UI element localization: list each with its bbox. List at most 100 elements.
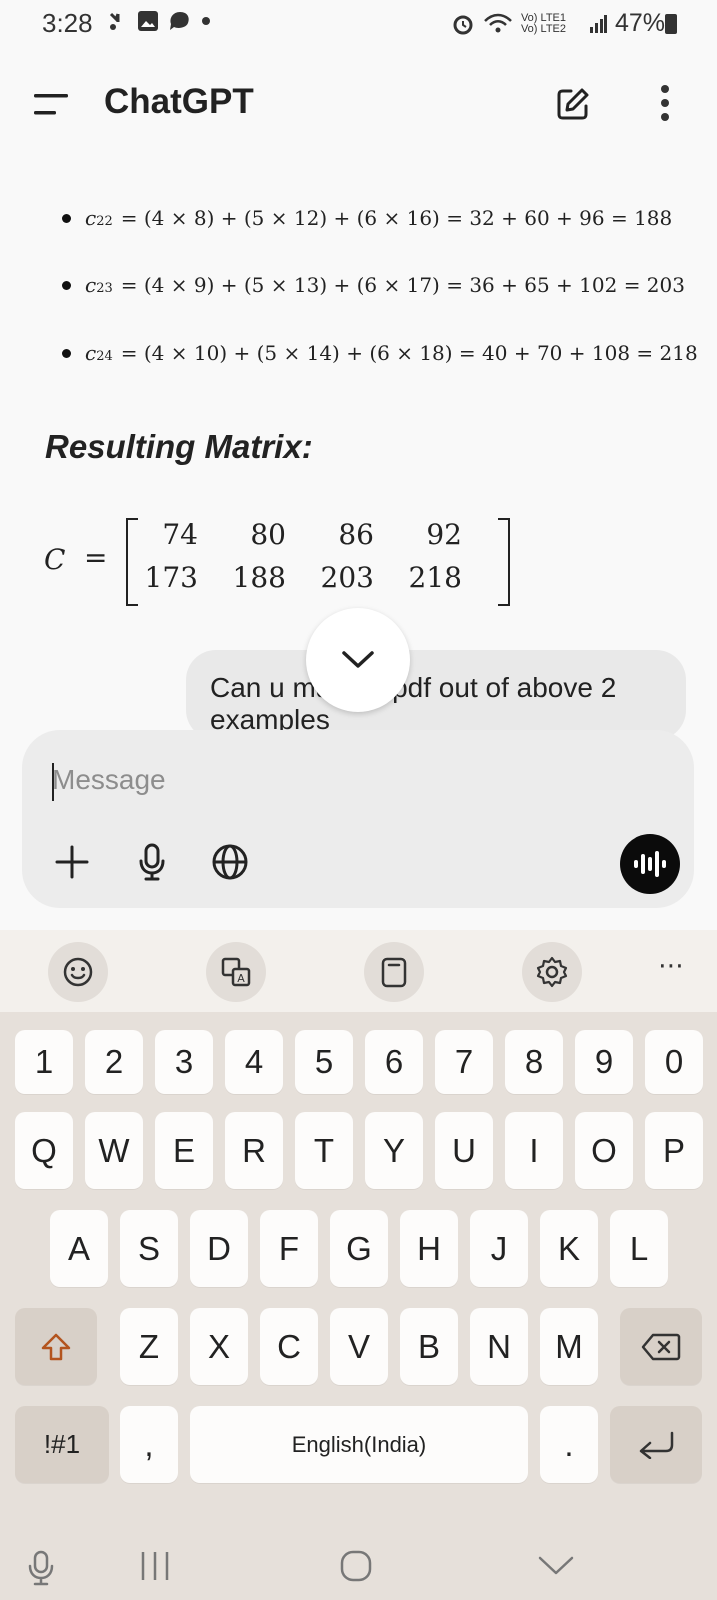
period-key[interactable]: . [540,1406,598,1483]
message-input[interactable] [52,760,612,800]
key-t[interactable]: T [295,1112,353,1189]
key-1[interactable]: 1 [15,1030,73,1094]
resulting-matrix-heading: Resulting Matrix: [45,428,313,465]
key-e[interactable]: E [155,1112,213,1189]
formula-text: = (4 × 9) + (5 × 13) + (6 × 17) = 36 + 6… [120,273,685,297]
keys-area: 1 2 3 4 5 6 7 8 9 0 Q W E R T Y U I O P … [0,1012,717,1532]
key-n[interactable]: N [470,1308,528,1385]
matrix-cell: 203 [320,561,374,594]
key-0[interactable]: 0 [645,1030,703,1094]
plus-icon [55,845,89,879]
keyboard: A ⋯ 1 2 3 4 5 6 7 8 9 0 Q W E R T Y U I … [0,930,717,1600]
globe-icon [212,844,248,880]
clipboard-button[interactable] [364,942,424,1002]
key-f[interactable]: F [260,1210,318,1287]
key-u[interactable]: U [435,1112,493,1189]
key-i[interactable]: I [505,1112,563,1189]
key-v[interactable]: V [330,1308,388,1385]
key-6[interactable]: 6 [365,1030,423,1094]
key-b[interactable]: B [400,1308,458,1385]
toolbar-more-button[interactable]: ⋯ [658,950,685,981]
status-right: Vo) LTE1 Vo) LTE2 47% [451,9,665,38]
chat-bubble-icon [170,12,189,30]
battery-percent: 47% [614,9,665,37]
keyboard-toolbar: A ⋯ [0,930,717,1012]
matrix-cell: 74 [162,518,198,551]
matrix-right-bracket [498,518,510,606]
enter-key[interactable] [610,1406,702,1483]
matrix-cell: 173 [144,561,198,594]
emoji-icon [63,957,93,987]
key-7[interactable]: 7 [435,1030,493,1094]
key-q[interactable]: Q [15,1112,73,1189]
key-4[interactable]: 4 [225,1030,283,1094]
key-y[interactable]: Y [365,1112,423,1189]
key-3[interactable]: 3 [155,1030,213,1094]
home-icon[interactable] [340,1550,372,1582]
matrix-name: C [44,543,66,576]
key-9[interactable]: 9 [575,1030,633,1094]
key-g[interactable]: G [330,1210,388,1287]
key-r[interactable]: R [225,1112,283,1189]
matrix-cell: 92 [426,518,462,551]
matrix-cell: 218 [408,561,462,594]
symbols-key[interactable]: !#1 [15,1406,109,1483]
gear-icon [536,956,568,988]
key-8[interactable]: 8 [505,1030,563,1094]
backspace-icon [641,1333,681,1360]
hide-keyboard-chevron-icon[interactable] [538,1556,574,1576]
user-message-bubble: Can u make a pdf out of above 2 examples [186,650,686,740]
key-x[interactable]: X [190,1308,248,1385]
matrix-equals: = [84,541,108,574]
key-s[interactable]: S [120,1210,178,1287]
keyboard-settings-button[interactable] [522,942,582,1002]
scroll-down-button[interactable] [306,608,410,712]
navigation-bar [0,1530,717,1600]
key-z[interactable]: Z [120,1308,178,1385]
more-options-icon[interactable] [660,84,670,122]
web-search-button[interactable] [210,842,250,882]
key-5[interactable]: 5 [295,1030,353,1094]
enter-arrow-icon [639,1431,674,1459]
matrix-cell: 86 [338,518,374,551]
svg-text:A: A [237,972,245,985]
dictation-button[interactable] [132,842,172,882]
voice-mode-button[interactable] [620,834,680,894]
dot-icon [202,17,210,25]
keyboard-voice-icon[interactable] [28,1550,54,1586]
recent-apps-icon[interactable] [140,1550,170,1582]
attach-button[interactable] [52,842,92,882]
key-d[interactable]: D [190,1210,248,1287]
translate-button[interactable]: A [206,942,266,1002]
comma-key[interactable]: , [120,1406,178,1483]
matrix-grid: 74 80 86 92 173 188 203 218 [136,518,468,604]
clipboard-icon [381,957,407,988]
battery-icon [665,14,677,34]
space-key[interactable]: English(India) [190,1406,528,1483]
status-time: 3:28 [42,8,93,38]
menu-icon[interactable] [34,94,70,116]
emoji-button[interactable] [48,942,108,1002]
key-w[interactable]: W [85,1112,143,1189]
new-chat-icon[interactable] [555,86,591,122]
microphone-icon [139,843,165,881]
waveform-icon [634,851,666,877]
key-a[interactable]: A [50,1210,108,1287]
app-title: ChatGPT [104,82,254,121]
missed-call-icon [109,12,120,30]
shift-key[interactable] [15,1308,97,1385]
backspace-key[interactable] [620,1308,702,1385]
key-j[interactable]: J [470,1210,528,1287]
key-c[interactable]: C [260,1308,318,1385]
key-2[interactable]: 2 [85,1030,143,1094]
key-l[interactable]: L [610,1210,668,1287]
gallery-icon [138,11,158,31]
key-o[interactable]: O [575,1112,633,1189]
key-h[interactable]: H [400,1210,458,1287]
key-p[interactable]: P [645,1112,703,1189]
bullet-c23: c 23 = (4 × 9) + (5 × 13) + (6 × 17) = 36… [62,273,685,297]
key-m[interactable]: M [540,1308,598,1385]
key-k[interactable]: K [540,1210,598,1287]
status-bar: 3:28 Vo) LTE1 Vo) LTE2 47% [0,0,717,46]
chevron-down-icon [342,651,374,668]
